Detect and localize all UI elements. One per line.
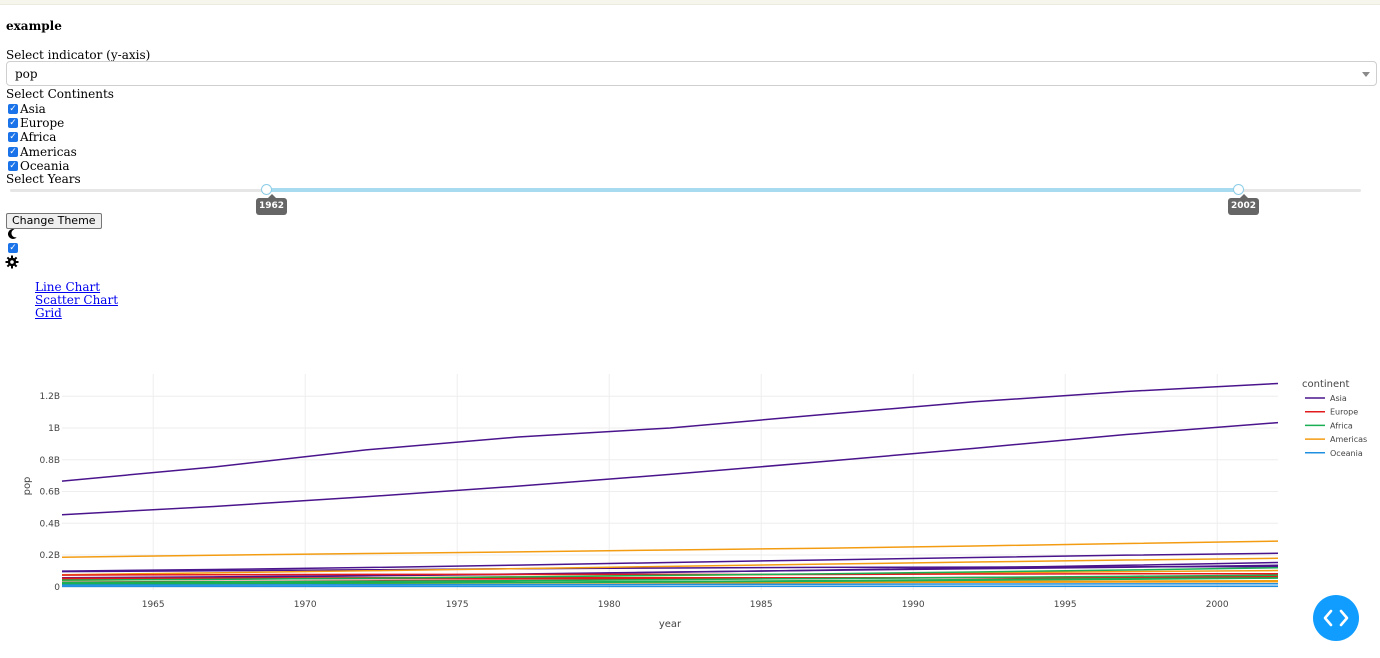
checkbox-americas[interactable]: ✓ Americas <box>8 144 77 159</box>
change-theme-button[interactable]: Change Theme <box>6 213 102 229</box>
legend-entry: Asia <box>1330 394 1347 403</box>
theme-toggle-checkbox[interactable]: ✓ <box>8 243 18 253</box>
x-tick-label: 2000 <box>1206 600 1229 610</box>
check-icon[interactable]: ✓ <box>8 160 18 171</box>
check-icon[interactable]: ✓ <box>8 103 18 114</box>
check-icon[interactable]: ✓ <box>8 117 18 128</box>
checkbox-label: Africa <box>20 129 57 144</box>
year-slider-range[interactable] <box>266 188 1239 192</box>
top-bar <box>0 0 1380 5</box>
x-tick-label: 1975 <box>446 600 469 610</box>
check-icon[interactable]: ✓ <box>8 131 18 142</box>
check-icon[interactable]: ✓ <box>8 146 18 157</box>
debug-code-button[interactable] <box>1313 595 1359 641</box>
legend-entry: Americas <box>1330 435 1367 444</box>
nav-link-line-chart[interactable]: Line Chart <box>35 280 100 294</box>
checkbox-label: Oceania <box>20 158 70 173</box>
chart-series <box>61 382 1279 588</box>
y-tick-label: 1B <box>48 424 60 434</box>
year-max-tooltip: 2002 <box>1228 194 1260 215</box>
checkbox-label: Europe <box>20 115 65 130</box>
checkbox-oceania[interactable]: ✓ Oceania <box>8 158 70 173</box>
legend-entry: Oceania <box>1330 449 1363 458</box>
legend-entry: Africa <box>1330 421 1353 430</box>
continents-label: Select Continents <box>6 87 114 101</box>
years-label: Select Years <box>6 172 81 186</box>
x-tick-label: 1970 <box>294 600 317 610</box>
series-line-asia <box>61 421 1279 516</box>
x-tick-label: 1995 <box>1054 600 1077 610</box>
checkbox-asia[interactable]: ✓ Asia <box>8 101 46 116</box>
x-tick-label: 1990 <box>902 600 925 610</box>
chart-grid <box>62 374 1278 590</box>
indicator-selected-value: pop <box>15 67 38 81</box>
chart-legend: continent Asia Europe Africa Americas Oceani… <box>1302 379 1367 458</box>
legend-title: continent <box>1302 379 1349 390</box>
x-tick-label: 1985 <box>750 600 773 610</box>
series-line-asia <box>61 382 1279 482</box>
y-axis-ticks: 0 0.2B 0.4B 0.6B 0.8B 1B 1.2B <box>40 392 61 593</box>
y-tick-label: 0.2B <box>40 551 61 561</box>
line-chart[interactable]: 1965 1970 1975 1980 1985 1990 1995 2000 0 0.2B 0.… <box>0 365 1380 635</box>
legend-entry: Europe <box>1330 408 1358 417</box>
gear-icon <box>5 255 19 269</box>
indicator-dropdown[interactable]: pop <box>6 61 1377 86</box>
y-axis-label: pop <box>22 477 33 496</box>
nav-link-grid[interactable]: Grid <box>35 306 62 320</box>
checkbox-europe[interactable]: ✓ Europe <box>8 115 65 130</box>
code-icon <box>1323 609 1349 627</box>
y-tick-label: 0 <box>54 583 60 593</box>
line-chart-svg: 1965 1970 1975 1980 1985 1990 1995 2000 0 0.2B 0.… <box>22 374 1367 630</box>
y-tick-label: 0.8B <box>40 456 61 466</box>
y-tick-label: 0.6B <box>40 488 61 498</box>
y-tick-label: 0.4B <box>40 519 61 529</box>
x-tick-label: 1965 <box>142 600 165 610</box>
x-axis-ticks: 1965 1970 1975 1980 1985 1990 1995 2000 <box>142 600 1229 610</box>
moon-icon <box>7 228 17 239</box>
page-title: example <box>6 19 62 33</box>
nav-link-scatter-chart[interactable]: Scatter Chart <box>35 293 118 307</box>
checkbox-africa[interactable]: ✓ Africa <box>8 129 57 144</box>
checkbox-label: Asia <box>20 101 46 116</box>
x-tick-label: 1980 <box>598 600 621 610</box>
y-tick-label: 1.2B <box>40 392 61 402</box>
year-min-tooltip: 1962 <box>256 194 288 215</box>
indicator-label: Select indicator (y-axis) <box>6 48 151 62</box>
x-axis-label: year <box>659 619 682 630</box>
chevron-down-icon[interactable] <box>1362 72 1370 77</box>
checkbox-label: Americas <box>20 144 77 159</box>
